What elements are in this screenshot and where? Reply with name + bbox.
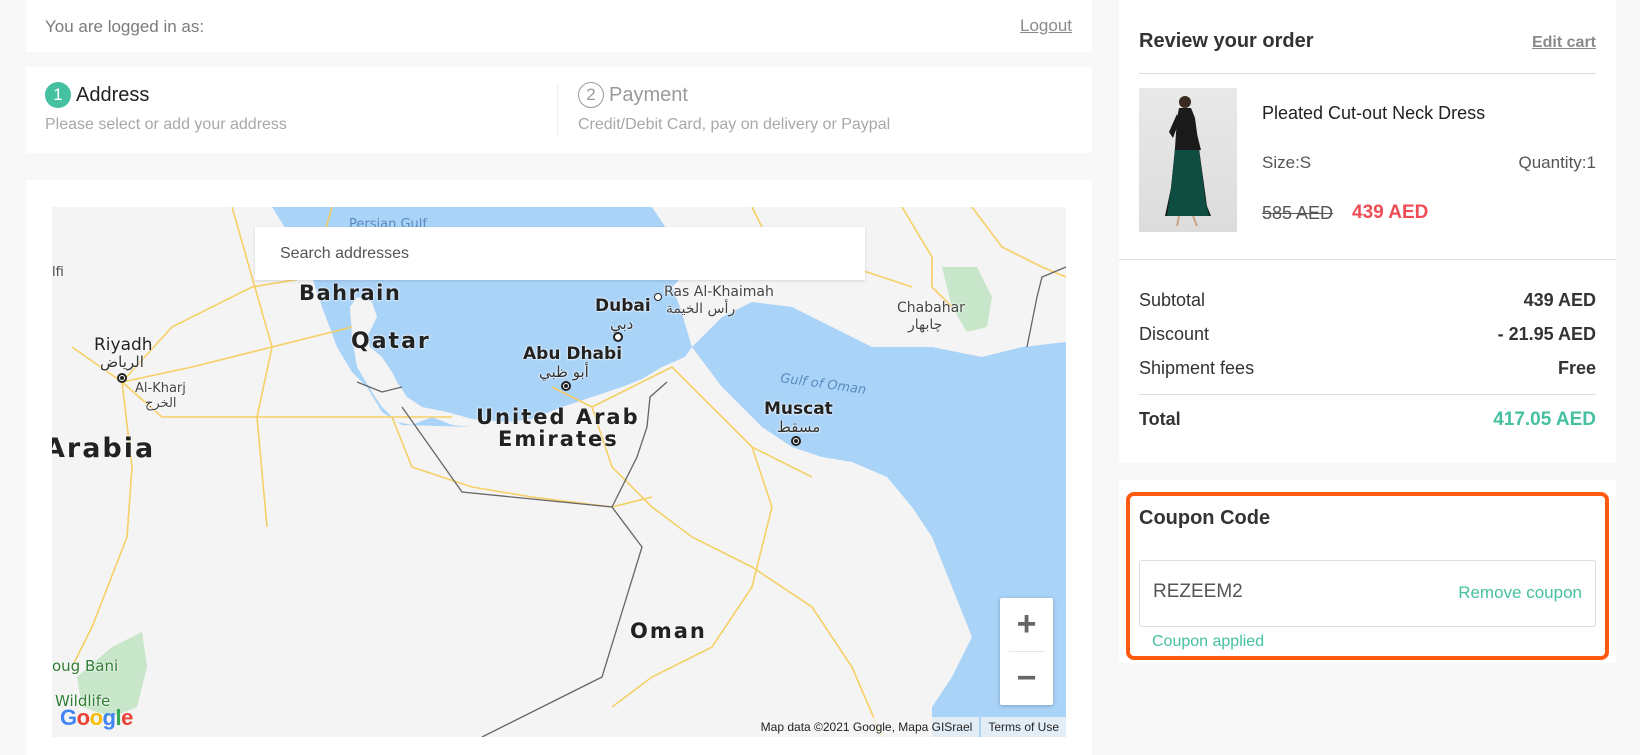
coupon-title: Coupon Code bbox=[1139, 507, 1271, 529]
logo-letter: e bbox=[121, 705, 133, 730]
wildlife-label-line1: oug Bani bbox=[52, 657, 119, 675]
abu-dhabi-ar-label: أبو ظبي bbox=[539, 363, 589, 381]
map-data-credit: Map data ©2021 Google, Mapa GISrael bbox=[753, 717, 980, 737]
logout-link[interactable]: Logout bbox=[1020, 16, 1072, 36]
coupon-panel: Coupon Code Remove coupon Coupon applied bbox=[1119, 480, 1616, 663]
product-image[interactable] bbox=[1139, 88, 1237, 232]
step-description: Please select or add your address bbox=[45, 116, 287, 133]
step-address[interactable]: 1 Address Please select or add your addr… bbox=[45, 82, 287, 134]
divider bbox=[1139, 394, 1596, 395]
edit-cart-link[interactable]: Edit cart bbox=[1532, 34, 1596, 52]
logo-letter: g bbox=[102, 705, 116, 730]
step-title: Payment bbox=[609, 83, 688, 106]
ras-al-khaimah-ar-label: رأس الخيمة bbox=[666, 301, 736, 317]
zoom-out-button[interactable]: − bbox=[1000, 652, 1053, 705]
checkout-steps: 1 Address Please select or add your addr… bbox=[26, 67, 1092, 153]
muscat-label: Muscat bbox=[764, 399, 833, 419]
step-number-badge: 2 bbox=[578, 82, 604, 108]
riyadh-marker bbox=[117, 373, 127, 383]
summary-row-discount: Discount - 21.95 AED bbox=[1139, 324, 1596, 345]
product-sale-price: 439 AED bbox=[1352, 202, 1429, 223]
logo-letter: G bbox=[60, 705, 77, 730]
product-size: Size:S bbox=[1262, 153, 1312, 172]
summary-value: 439 AED bbox=[1523, 290, 1596, 310]
map-background bbox=[71, 207, 1066, 737]
arabia-label: Arabia bbox=[52, 433, 156, 464]
logo-letter: o bbox=[89, 705, 103, 730]
review-title: Review your order bbox=[1139, 30, 1314, 52]
terms-of-use-link[interactable]: Terms of Use bbox=[981, 717, 1066, 737]
step-number-badge: 1 bbox=[45, 82, 71, 108]
search-addresses-input[interactable] bbox=[255, 227, 865, 280]
summary-row-total: Total 417.05 AED bbox=[1139, 409, 1596, 430]
divider bbox=[1119, 259, 1616, 260]
summary-label: Shipment fees bbox=[1139, 358, 1255, 378]
coupon-field: Remove coupon bbox=[1139, 560, 1596, 627]
map-attribution: Map data ©2021 Google, Mapa GISrael Term… bbox=[753, 717, 1066, 737]
step-description: Credit/Debit Card, pay on delivery or Pa… bbox=[578, 116, 891, 133]
step-title: Address bbox=[76, 83, 150, 106]
address-map[interactable]: Persian Gulf lfi Bahrain Qatar Riyadh ال… bbox=[52, 207, 1066, 737]
abu-dhabi-label: Abu Dhabi bbox=[523, 344, 623, 364]
summary-label: Discount bbox=[1139, 324, 1210, 344]
step-divider bbox=[557, 85, 558, 137]
total-label: Total bbox=[1139, 409, 1181, 429]
chabahar-label: Chabahar bbox=[897, 300, 965, 316]
google-logo: Google bbox=[60, 705, 133, 731]
remove-coupon-button[interactable]: Remove coupon bbox=[1458, 583, 1582, 603]
oman-label: Oman bbox=[630, 619, 707, 643]
ras-al-khaimah-marker bbox=[654, 293, 662, 301]
summary-label: Subtotal bbox=[1139, 290, 1206, 310]
coupon-status-text: Coupon applied bbox=[1152, 633, 1265, 650]
summary-value: - 21.95 AED bbox=[1497, 324, 1596, 344]
summary-row-subtotal: Subtotal 439 AED bbox=[1139, 290, 1596, 311]
muscat-marker bbox=[791, 436, 801, 446]
bahrain-label: Bahrain bbox=[299, 281, 402, 305]
muscat-ar-label: مسقط bbox=[777, 418, 821, 436]
dress-image-icon bbox=[1165, 96, 1211, 227]
summary-row-shipment-fees: Shipment fees Free bbox=[1139, 358, 1596, 379]
product-quantity: Quantity:1 bbox=[1518, 153, 1597, 172]
logo-letter: o bbox=[76, 705, 90, 730]
uae-label-line1: United Arab bbox=[476, 405, 640, 429]
al-kharj-ar-label: الخرج bbox=[145, 396, 177, 411]
review-order-panel: Review your order Edit cart Pleated Cut-… bbox=[1119, 0, 1616, 463]
uae-label-line2: Emirates bbox=[498, 427, 619, 451]
step-payment[interactable]: 2 Payment Credit/Debit Card, pay on deli… bbox=[578, 82, 890, 134]
riyadh-ar-label: الرياض bbox=[100, 353, 144, 371]
chabahar-ar-label: چابهار bbox=[908, 317, 943, 333]
total-value: 417.05 AED bbox=[1493, 409, 1596, 430]
logged-in-text: You are logged in as: bbox=[45, 17, 205, 36]
product-original-price: 585 AED bbox=[1262, 203, 1334, 223]
afif-label: lfi bbox=[52, 265, 64, 280]
ras-al-khaimah-label: Ras Al-Khaimah bbox=[664, 284, 774, 300]
riyadh-label: Riyadh bbox=[94, 335, 153, 355]
zoom-in-button[interactable]: + bbox=[1000, 598, 1053, 651]
dubai-ar-label: دبي bbox=[610, 315, 634, 333]
abu-dhabi-marker bbox=[561, 381, 571, 391]
dubai-marker bbox=[613, 332, 623, 342]
al-kharj-label: Al-Kharj bbox=[135, 381, 186, 396]
summary-value: Free bbox=[1557, 358, 1596, 378]
review-header: Review your order Edit cart bbox=[1139, 30, 1596, 74]
map-zoom-controls: + − bbox=[1000, 598, 1053, 705]
product-name: Pleated Cut-out Neck Dress bbox=[1262, 103, 1486, 123]
coupon-code-input[interactable] bbox=[1153, 581, 1403, 603]
login-bar: You are logged in as: Logout bbox=[26, 0, 1092, 52]
map-panel: Persian Gulf lfi Bahrain Qatar Riyadh ال… bbox=[26, 180, 1092, 755]
dubai-label: Dubai bbox=[595, 296, 651, 316]
qatar-label: Qatar bbox=[351, 329, 431, 354]
